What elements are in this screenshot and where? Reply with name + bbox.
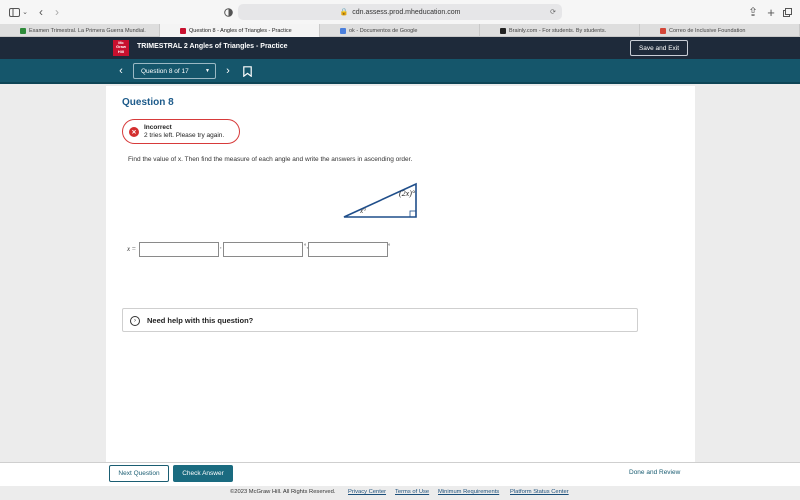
tab-label: ok - Documentos de Google bbox=[349, 27, 418, 34]
answer-x-field[interactable] bbox=[139, 242, 219, 257]
forward-icon[interactable]: › bbox=[52, 4, 62, 20]
angle-label-top: (2x)° bbox=[399, 189, 416, 198]
caret-down-icon: ▼ bbox=[205, 68, 210, 74]
separator-1: , bbox=[220, 244, 222, 250]
gmail-icon bbox=[660, 27, 666, 34]
url-text: cdn.assess.prod.mheducation.com bbox=[352, 8, 461, 16]
mcgraw-hill-logo: Mc Graw Hill bbox=[113, 40, 129, 56]
chevron-down-icon[interactable]: ⌄ bbox=[21, 4, 29, 20]
brainly-icon bbox=[500, 27, 506, 34]
terms-of-use-link[interactable]: Terms of Use bbox=[395, 489, 429, 495]
feedback-title: Incorrect bbox=[144, 124, 172, 131]
tab-google-docs[interactable]: ok - Documentos de Google bbox=[320, 24, 480, 37]
tab-brainly[interactable]: Brainly.com - For students. By students. bbox=[480, 24, 640, 37]
equals-sign: = bbox=[130, 245, 136, 253]
tab-label: Examen Trimestral. La Primera Guerra Mun… bbox=[29, 27, 146, 34]
help-label: Need help with this question? bbox=[147, 316, 254, 325]
feedback-tries: 2 tries left. Please try again. bbox=[144, 132, 225, 139]
tab-label: Brainly.com - For students. By students. bbox=[509, 27, 607, 34]
browser-toolbar: ⌄ ‹ › 🔒 cdn.assess.prod.mheducation.com … bbox=[0, 0, 800, 24]
tab-bar: Examen Trimestral. La Primera Guerra Mun… bbox=[0, 24, 800, 37]
feedback-banner: ✕ Incorrect 2 tries left. Please try aga… bbox=[122, 119, 240, 144]
chevron-right-icon: › bbox=[130, 316, 140, 326]
right-angle-marker bbox=[409, 210, 417, 218]
new-tab-icon[interactable]: + bbox=[766, 4, 776, 20]
minimum-requirements-link[interactable]: Minimum Requirements bbox=[438, 489, 499, 495]
question-selector[interactable]: Question 8 of 17 ▼ bbox=[133, 63, 216, 79]
copyright-text: ©2023 McGraw Hill. All Rights Reserved. bbox=[230, 489, 336, 495]
answer-angle-2-field[interactable] bbox=[308, 242, 388, 257]
assignment-title: TRIMESTRAL 2 Angles of Triangles - Pract… bbox=[137, 43, 288, 50]
next-question-icon[interactable]: › bbox=[221, 64, 235, 78]
privacy-center-link[interactable]: Privacy Center bbox=[348, 489, 386, 495]
separator-3: ° bbox=[388, 244, 391, 250]
right-triangle-diagram: (2x)° x° bbox=[343, 182, 417, 218]
mcgraw-icon bbox=[180, 27, 186, 34]
platform-status-link[interactable]: Platform Status Center bbox=[510, 489, 569, 495]
share-icon[interactable]: ⇪ bbox=[748, 4, 758, 20]
docs-icon bbox=[340, 27, 346, 34]
tab-label: Question 8 - Angles of Triangles - Pract… bbox=[189, 27, 292, 34]
question-prompt: Find the value of x. Then find the measu… bbox=[128, 156, 413, 163]
copyright-bar: ©2023 McGraw Hill. All Rights Reserved. … bbox=[0, 486, 800, 500]
save-and-exit-button[interactable]: Save and Exit bbox=[630, 40, 688, 56]
lock-icon: 🔒 bbox=[339, 9, 349, 16]
question-selector-label: Question 8 of 17 bbox=[141, 67, 189, 75]
answer-angle-1-field[interactable] bbox=[223, 242, 303, 257]
sidebar-icon[interactable] bbox=[8, 4, 20, 20]
check-answer-button[interactable]: Check Answer bbox=[173, 465, 233, 482]
tab-examen[interactable]: Examen Trimestral. La Primera Guerra Mun… bbox=[0, 24, 160, 37]
sheet-icon bbox=[20, 27, 26, 34]
done-and-review-link[interactable]: Done and Review bbox=[629, 469, 680, 476]
tab-label: Correo de Inclusive Foundation bbox=[669, 27, 746, 34]
bookmark-icon[interactable] bbox=[243, 66, 252, 77]
privacy-shield-icon[interactable] bbox=[223, 4, 233, 20]
angle-label-left: x° bbox=[359, 207, 366, 215]
answer-label: x = bbox=[127, 245, 136, 253]
back-icon[interactable]: ‹ bbox=[36, 4, 46, 20]
reload-icon[interactable]: ⟳ bbox=[550, 8, 556, 16]
previous-question-icon[interactable]: ‹ bbox=[114, 64, 128, 78]
help-accordion[interactable]: › Need help with this question? bbox=[122, 308, 638, 332]
tab-gmail[interactable]: Correo de Inclusive Foundation bbox=[640, 24, 800, 37]
error-icon: ✕ bbox=[129, 127, 139, 137]
tab-overview-icon[interactable] bbox=[782, 4, 792, 20]
next-question-button[interactable]: Next Question bbox=[109, 465, 169, 482]
question-title: Question 8 bbox=[122, 97, 174, 108]
address-bar[interactable]: 🔒 cdn.assess.prod.mheducation.com ⟳ bbox=[238, 4, 562, 20]
tab-question-8[interactable]: Question 8 - Angles of Triangles - Pract… bbox=[160, 24, 320, 37]
